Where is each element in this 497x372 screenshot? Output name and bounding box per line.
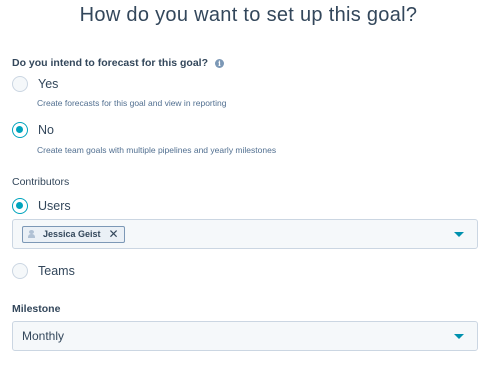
info-icon[interactable]: i — [215, 58, 225, 68]
forecast-yes-option[interactable]: Yes — [12, 76, 58, 92]
radio-users-label[interactable]: Users — [38, 199, 71, 213]
user-tag-name: Jessica Geist — [43, 229, 101, 239]
radio-no-label[interactable]: No — [38, 123, 54, 137]
milestone-value: Monthly — [22, 329, 65, 343]
forecast-no-option[interactable]: No — [12, 122, 54, 138]
milestone-select[interactable]: Monthly — [12, 321, 478, 351]
contributors-users-option[interactable]: Users — [12, 198, 71, 214]
page-title: How do you want to set up this goal? — [79, 4, 418, 26]
radio-teams[interactable] — [12, 263, 28, 279]
forecast-question: Do you intend to forecast for this goal?… — [12, 57, 225, 69]
users-select[interactable]: Jessica Geist ✕ — [12, 219, 478, 249]
forecast-yes-description: Create forecasts for this goal and view … — [37, 98, 227, 108]
user-tag: Jessica Geist ✕ — [22, 225, 125, 243]
contributors-teams-option[interactable]: Teams — [12, 263, 75, 279]
dropdown-caret-icon[interactable] — [454, 334, 464, 339]
radio-yes[interactable] — [12, 76, 28, 92]
milestone-label: Milestone — [12, 303, 61, 315]
contributors-label: Contributors — [12, 176, 70, 188]
radio-yes-label[interactable]: Yes — [38, 77, 58, 91]
forecast-question-label: Do you intend to forecast for this goal? — [12, 57, 209, 69]
dropdown-caret-icon[interactable] — [454, 232, 464, 237]
forecast-no-description: Create team goals with multiple pipeline… — [37, 145, 277, 155]
radio-users[interactable] — [12, 198, 28, 214]
goal-setup-page: How do you want to set up this goal? Do … — [0, 0, 497, 372]
radio-teams-label[interactable]: Teams — [38, 264, 75, 278]
avatar-icon — [28, 230, 35, 238]
remove-tag-icon[interactable]: ✕ — [109, 228, 119, 240]
radio-no[interactable] — [12, 122, 28, 138]
